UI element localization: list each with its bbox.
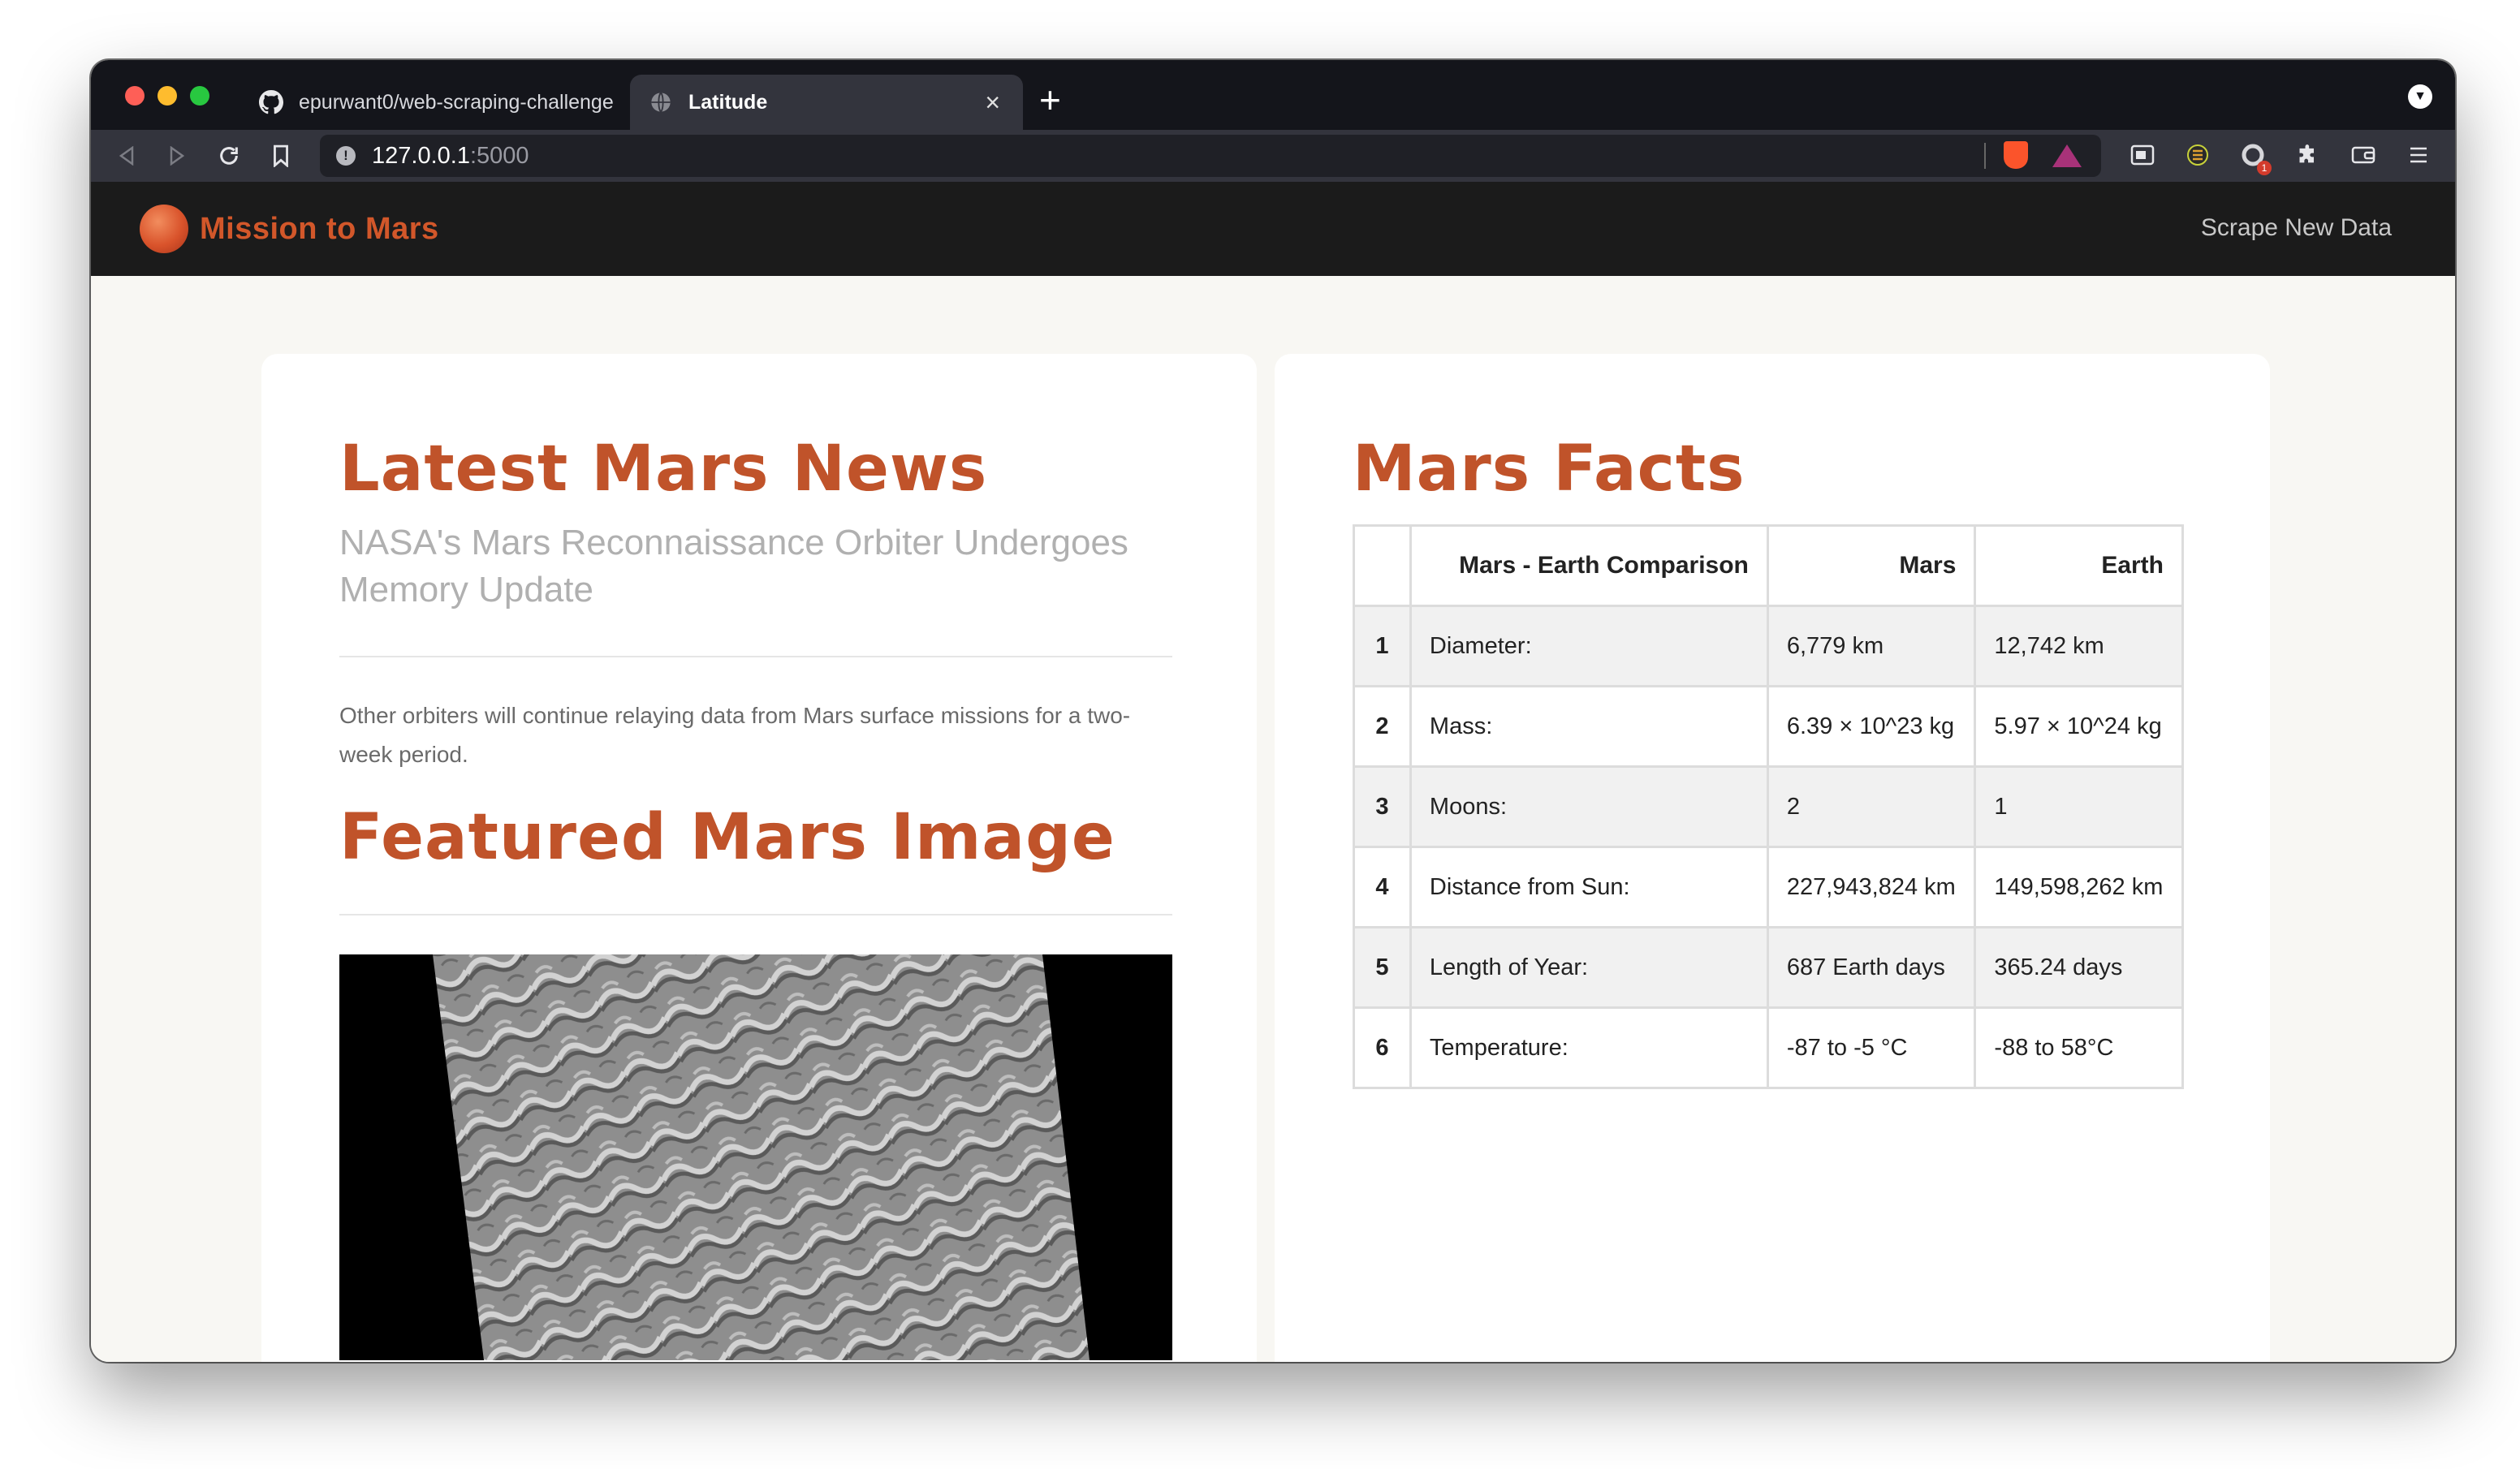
row-earth-value: 5.97 × 10^24 kg: [1974, 685, 2184, 768]
row-description: Diameter:: [1409, 605, 1769, 687]
news-card: Latest Mars News NASA's Mars Reconnaissa…: [261, 354, 1257, 1362]
extension-ring-icon[interactable]: 1: [2237, 140, 2272, 175]
row-mars-value: 227,943,824 km: [1766, 846, 1977, 928]
table-row: 5 Length of Year: 687 Earth days 365.24 …: [1353, 926, 2184, 1009]
window-maximize-button[interactable]: [190, 86, 209, 106]
featured-section-title: Featured Mars Image: [339, 801, 1115, 874]
brand-link[interactable]: Mission to Mars: [140, 205, 439, 253]
extensions-area: 1: [2127, 140, 2434, 175]
site-info-icon[interactable]: !: [336, 146, 356, 166]
table-row: 4 Distance from Sun: 227,943,824 km 149,…: [1353, 846, 2184, 928]
facts-section-title: Mars Facts: [1353, 433, 1745, 506]
tab-label: Latitude: [688, 90, 768, 114]
row-earth-value: 365.24 days: [1974, 926, 2184, 1009]
row-earth-value: 149,598,262 km: [1974, 846, 2184, 928]
menu-icon[interactable]: [2403, 140, 2434, 170]
row-mars-value: 6.39 × 10^23 kg: [1766, 685, 1977, 768]
row-earth-value: 12,742 km: [1974, 605, 2184, 687]
url-port: :5000: [469, 142, 529, 169]
mars-logo-icon: [140, 205, 188, 253]
row-earth-value: 1: [1974, 765, 2184, 848]
forward-icon[interactable]: [161, 140, 193, 172]
close-icon[interactable]: ×: [985, 89, 1000, 115]
sidebar-icon[interactable]: [2127, 140, 2158, 170]
row-index: 5: [1353, 926, 1412, 1009]
window-minimize-button[interactable]: [158, 86, 177, 106]
github-icon: [258, 89, 284, 115]
header-cell: Mars: [1766, 524, 1977, 607]
brave-shields-icon[interactable]: [2004, 141, 2028, 169]
row-description: Mass:: [1409, 685, 1769, 768]
row-index: 4: [1353, 846, 1412, 928]
table-row: 2 Mass: 6.39 × 10^23 kg 5.97 × 10^24 kg: [1353, 685, 2184, 768]
bookmark-icon[interactable]: [265, 140, 297, 172]
tab-latitude[interactable]: Latitude ×: [630, 75, 1023, 130]
brand-text: Mission to Mars: [200, 211, 439, 246]
row-index: 3: [1353, 765, 1412, 848]
header-cell: [1353, 524, 1412, 607]
news-teaser: Other orbiters will continue relaying da…: [339, 703, 1131, 767]
header-cell: Mars - Earth Comparison: [1409, 524, 1769, 607]
address-bar[interactable]: ! 127.0.0.1:5000: [320, 135, 2101, 177]
table-row: 6 Temperature: -87 to -5 °C -88 to 58°C: [1353, 1006, 2184, 1089]
row-mars-value: -87 to -5 °C: [1766, 1006, 1977, 1089]
row-description: Moons:: [1409, 765, 1769, 848]
tab-menu-icon[interactable]: ▼: [2408, 84, 2432, 109]
row-earth-value: -88 to 58°C: [1974, 1006, 2184, 1089]
tab-label: epurwant0/web-scraping-challenge: [299, 90, 614, 114]
url-host: 127.0.0.1: [372, 142, 470, 169]
page-content: Latest Mars News NASA's Mars Reconnaissa…: [91, 276, 2455, 1362]
featured-mars-image: [339, 954, 1172, 1360]
tab-strip: epurwant0/web-scraping-challenge Latitud…: [91, 60, 2455, 130]
row-description: Distance from Sun:: [1409, 846, 1769, 928]
row-mars-value: 6,779 km: [1766, 605, 1977, 687]
divider: [339, 914, 1172, 915]
brave-rewards-icon[interactable]: [2052, 144, 2082, 167]
extension-badge: 1: [2257, 161, 2272, 175]
row-description: Length of Year:: [1409, 926, 1769, 1009]
url-divider: [1984, 143, 1986, 169]
new-tab-button[interactable]: +: [1039, 80, 1061, 120]
browser-window: epurwant0/web-scraping-challenge Latitud…: [91, 60, 2455, 1362]
back-icon[interactable]: [110, 140, 143, 172]
globe-icon: [648, 89, 674, 115]
facts-card: Mars Facts Mars - Earth Comparison Mars …: [1275, 354, 2270, 1362]
browser-toolbar: ! 127.0.0.1:5000 1: [91, 130, 2455, 182]
puzzle-icon[interactable]: [2293, 140, 2324, 170]
row-mars-value: 687 Earth days: [1766, 926, 1977, 1009]
mars-facts-table: Mars - Earth Comparison Mars Earth 1 Dia…: [1353, 524, 2184, 1089]
header-cell: Earth: [1974, 524, 2184, 607]
row-description: Temperature:: [1409, 1006, 1769, 1089]
row-mars-value: 2: [1766, 765, 1977, 848]
wallet-icon[interactable]: [2348, 140, 2379, 170]
row-index: 1: [1353, 605, 1412, 687]
reload-icon[interactable]: [213, 140, 245, 172]
window-close-button[interactable]: [125, 86, 145, 106]
extension-grid-icon[interactable]: [2182, 140, 2213, 170]
site-navbar: Mission to Mars Scrape New Data: [91, 182, 2455, 276]
news-section-title: Latest Mars News: [339, 433, 988, 506]
table-row: 1 Diameter: 6,779 km 12,742 km: [1353, 605, 2184, 687]
row-index: 6: [1353, 1006, 1412, 1089]
row-index: 2: [1353, 685, 1412, 768]
table-row: 3 Moons: 2 1: [1353, 765, 2184, 848]
scrape-new-data-link[interactable]: Scrape New Data: [2201, 214, 2392, 242]
table-header-row: Mars - Earth Comparison Mars Earth: [1353, 524, 2184, 607]
news-headline: NASA's Mars Reconnaissance Orbiter Under…: [339, 523, 1128, 610]
divider: [339, 656, 1172, 657]
